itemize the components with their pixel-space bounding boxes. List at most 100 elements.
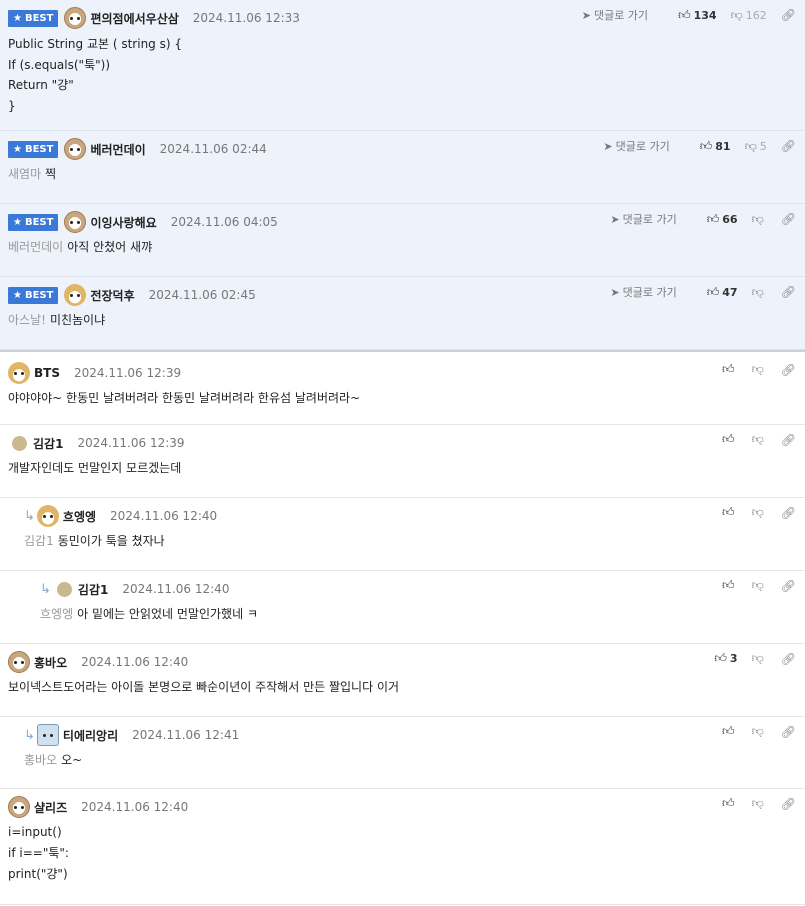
thumbs-down-icon: 👎︎ — [751, 284, 764, 299]
nickname[interactable]: 김감1 — [33, 435, 63, 452]
timestamp: 2024.11.06 02:44 — [159, 142, 267, 156]
nickname[interactable]: 샬리즈 — [34, 799, 67, 816]
thumbs-up-icon: 👍︎ — [722, 432, 735, 446]
goto-comment-link[interactable]: ➤ 댓글로 가기 — [582, 7, 648, 23]
timestamp: 2024.11.06 04:05 — [170, 215, 278, 229]
upvote-button[interactable]: 👍︎ — [722, 724, 738, 739]
nickname[interactable]: BTS — [34, 366, 60, 380]
link-button[interactable]: 🔗︎ — [781, 212, 799, 226]
avatar[interactable] — [64, 7, 87, 29]
thumbs-down-icon: 👎︎ — [751, 578, 764, 592]
star-icon: ★ — [13, 143, 22, 155]
downvote-button[interactable]: 👎︎ — [752, 212, 767, 227]
nickname[interactable]: 홍바오 — [34, 654, 67, 671]
reply-arrow-icon: ↳ — [24, 727, 35, 743]
nickname[interactable]: 전장덕후 — [90, 287, 134, 304]
avatar[interactable] — [8, 796, 30, 818]
thumbs-down-icon: 👎︎ — [751, 505, 764, 519]
nickname[interactable]: 베러먼데이 — [90, 141, 145, 158]
downvote-button[interactable]: 👎︎ — [752, 724, 767, 739]
link-button[interactable]: 🔗︎ — [781, 797, 799, 811]
link-button[interactable]: 🔗︎ — [781, 139, 799, 153]
comment-actions: ➤ 댓글로 가기 👍︎ 47 👎︎ 🔗︎ — [610, 284, 799, 300]
upvote-button[interactable]: 👍︎ 81 — [700, 139, 731, 154]
link-button[interactable]: 🔗︎ — [781, 433, 799, 447]
link-button[interactable]: 🔗︎ — [781, 725, 799, 739]
link-button[interactable]: 🔗︎ — [781, 8, 799, 22]
avatar[interactable] — [8, 362, 30, 384]
downvote-button[interactable]: 👎︎ — [752, 432, 767, 447]
link-icon: 🔗︎ — [780, 285, 796, 299]
timestamp: 2024.11.06 12:40 — [81, 655, 189, 669]
avatar[interactable] — [64, 138, 87, 160]
downvote-button[interactable]: 👎︎ — [752, 362, 767, 377]
comment-body: 홍바오 오~ — [24, 753, 83, 767]
comment-body: 보이넥스트도어라는 아이돌 본명으로 빠순이년이 주작해서 만든 짤입니다 이거 — [8, 680, 400, 694]
comment-actions: 👍︎ 👎︎ 🔗︎ — [708, 432, 799, 447]
upvote-button[interactable]: 👍︎ — [722, 362, 738, 377]
comment-body: 베러먼데이 아직 안쳤어 새꺄 — [8, 240, 153, 254]
nickname[interactable]: 편의점에서우산삼 — [90, 10, 178, 27]
link-button[interactable]: 🔗︎ — [781, 285, 799, 299]
nickname[interactable]: 김감1 — [78, 581, 108, 598]
reply-mention[interactable]: 베러먼데이 — [8, 240, 63, 254]
upvote-button[interactable]: 👍︎ — [722, 505, 738, 520]
reply-mention[interactable]: 아스날! — [8, 313, 46, 327]
link-button[interactable]: 🔗︎ — [781, 363, 799, 377]
avatar[interactable] — [36, 724, 59, 746]
avatar[interactable] — [64, 211, 87, 233]
reply-mention[interactable]: 김감1 — [24, 534, 54, 548]
goto-comment-link[interactable]: ➤ 댓글로 가기 — [610, 284, 676, 300]
best-comment: ★ BEST 전장덕후 2024.11.06 02:45 ➤ 댓글로 가기 👍︎ 47… — [0, 277, 805, 350]
avatar[interactable] — [12, 435, 27, 451]
nickname[interactable]: 티에리앙리 — [63, 727, 118, 744]
downvote-button[interactable]: 👎︎ — [752, 285, 767, 300]
thumbs-up-icon: 👍︎ — [678, 7, 691, 22]
upvote-button[interactable]: 👍︎ 66 — [707, 212, 738, 227]
link-icon: 🔗︎ — [780, 505, 796, 520]
goto-comment-link[interactable]: ➤ 댓글로 가기 — [610, 211, 676, 227]
link-icon: 🔗︎ — [780, 578, 796, 593]
link-button[interactable]: 🔗︎ — [781, 506, 799, 520]
thumbs-down-icon: 👎︎ — [751, 211, 764, 226]
upvote-button[interactable]: 👍︎ — [722, 578, 738, 593]
downvote-button[interactable]: 👎︎ 162 — [731, 8, 767, 23]
link-icon: 🔗︎ — [780, 651, 796, 666]
reply-mention[interactable]: 흐엥엥 — [40, 607, 73, 621]
thumbs-down-icon: 👎︎ — [751, 362, 764, 376]
upvote-button[interactable]: 👍︎ 134 — [678, 8, 717, 23]
best-badge: ★ BEST — [8, 286, 59, 304]
downvote-button[interactable]: 👎︎ — [752, 796, 767, 811]
comment-body: 개발자인데도 먼말인지 모르겠는데 — [8, 461, 182, 475]
link-button[interactable]: 🔗︎ — [781, 579, 799, 593]
upvote-button[interactable]: 👍︎ 3 — [714, 651, 737, 666]
avatar[interactable] — [8, 651, 30, 673]
downvote-button[interactable]: 👎︎ 5 — [745, 139, 767, 154]
comment-body: 야야야야~ 한동민 날려버려라 한동민 날려버려라 한유섬 날려버려라~ — [8, 391, 361, 405]
avatar[interactable] — [64, 284, 87, 306]
comment-actions: ➤ 댓글로 가기 👍︎ 81 👎︎ 5 🔗︎ — [603, 138, 799, 154]
nickname[interactable]: 이잉사랑해요 — [90, 214, 156, 231]
thumbs-up-icon: 👍︎ — [722, 578, 735, 592]
downvote-button[interactable]: 👎︎ — [752, 651, 767, 666]
upvote-button[interactable]: 👍︎ — [722, 432, 738, 447]
comment-actions: 👍︎ 👎︎ 🔗︎ — [708, 796, 799, 811]
avatar[interactable] — [36, 505, 59, 527]
comment-actions: 👍︎ 👎︎ 🔗︎ — [708, 724, 799, 739]
comment-actions: 👍︎ 👎︎ 🔗︎ — [708, 362, 799, 377]
star-icon: ★ — [13, 289, 22, 301]
link-icon: 🔗︎ — [780, 724, 796, 739]
reply-mention[interactable]: 새염마 — [8, 167, 41, 181]
downvote-button[interactable]: 👎︎ — [752, 578, 767, 593]
downvote-button[interactable]: 👎︎ — [752, 505, 767, 520]
goto-comment-link[interactable]: ➤ 댓글로 가기 — [603, 138, 669, 154]
comment: 김감1 2024.11.06 12:39 👍︎ 👎︎ 🔗︎ 개발자인데도 먼말인… — [0, 425, 805, 498]
nickname[interactable]: 흐엥엥 — [63, 508, 96, 525]
link-icon: 🔗︎ — [780, 139, 796, 153]
link-button[interactable]: 🔗︎ — [781, 652, 799, 666]
reply-mention[interactable]: 홍바오 — [24, 753, 57, 767]
upvote-button[interactable]: 👍︎ 47 — [707, 285, 738, 300]
avatar[interactable] — [56, 581, 72, 597]
upvote-button[interactable]: 👍︎ — [722, 796, 738, 811]
comment-body: 김감1 동민이가 툭을 쳤자나 — [24, 534, 165, 548]
